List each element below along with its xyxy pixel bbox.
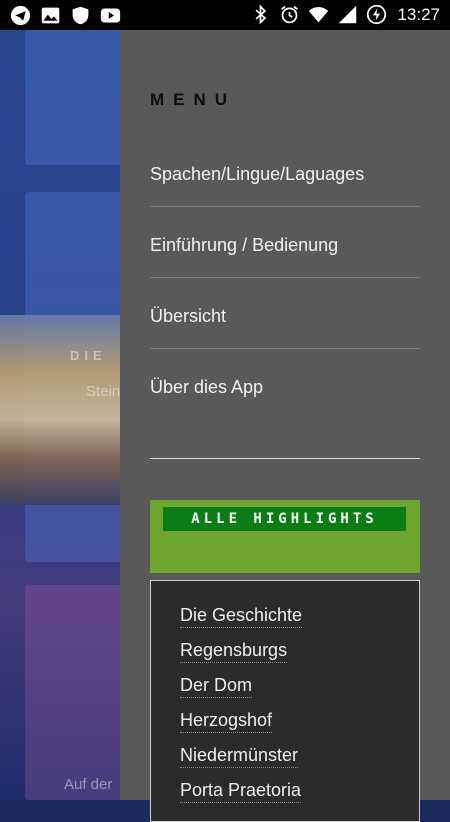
status-bar: 13:27 bbox=[0, 0, 450, 30]
clock: 13:27 bbox=[397, 4, 440, 24]
divider bbox=[150, 458, 420, 459]
system-icons: 13:27 bbox=[250, 4, 440, 25]
shield-icon bbox=[72, 6, 89, 25]
all-highlights-banner[interactable]: ALLE HIGHLIGHTS bbox=[150, 500, 420, 573]
telegram-icon bbox=[10, 5, 31, 26]
wifi-icon bbox=[309, 7, 329, 23]
menu-item-overview[interactable]: Übersicht bbox=[150, 278, 420, 349]
background-caption: Auf der bbox=[64, 776, 113, 793]
navigation-drawer: MENU Spachen/Lingue/Laguages Einführung … bbox=[120, 30, 450, 822]
background-subtitle: Stein bbox=[86, 383, 120, 400]
background-photo bbox=[0, 315, 120, 505]
signal-icon bbox=[339, 5, 357, 24]
background-content: DIE Stein Auf der bbox=[0, 30, 120, 800]
highlights-list: Die Geschichte Regensburgs Der Dom Herzo… bbox=[150, 580, 420, 822]
menu-title: MENU bbox=[150, 90, 237, 109]
menu-item-label: Einführung / Bedienung bbox=[150, 235, 339, 255]
all-highlights-label: ALLE HIGHLIGHTS bbox=[163, 507, 406, 531]
background-heading: DIE bbox=[70, 348, 107, 363]
menu-item-label: Über dies App bbox=[150, 377, 264, 397]
highlight-item-cathedral[interactable]: Der Dom bbox=[180, 675, 253, 698]
bluetooth-icon bbox=[255, 4, 267, 25]
menu-item-label: Spachen/Lingue/Laguages bbox=[150, 164, 365, 184]
menu-item-introduction[interactable]: Einführung / Bedienung bbox=[150, 207, 420, 278]
image-icon bbox=[41, 7, 60, 24]
background-card bbox=[25, 585, 120, 800]
menu-item-about-app[interactable]: Über dies App bbox=[150, 349, 420, 420]
battery-charging-icon bbox=[367, 4, 387, 25]
highlight-item-regensburg[interactable]: Regensburgs bbox=[180, 640, 288, 663]
highlight-item-niedermuenster[interactable]: Niedermünster bbox=[180, 745, 299, 768]
alarm-icon bbox=[281, 5, 299, 24]
background-card bbox=[25, 30, 120, 165]
highlight-item-history[interactable]: Die Geschichte bbox=[180, 605, 303, 628]
youtube-icon bbox=[100, 8, 121, 23]
menu-item-languages[interactable]: Spachen/Lingue/Laguages bbox=[150, 136, 420, 207]
highlight-item-herzogshof[interactable]: Herzogshof bbox=[180, 710, 273, 733]
menu-item-label: Übersicht bbox=[150, 306, 227, 326]
notification-icons bbox=[10, 5, 121, 26]
